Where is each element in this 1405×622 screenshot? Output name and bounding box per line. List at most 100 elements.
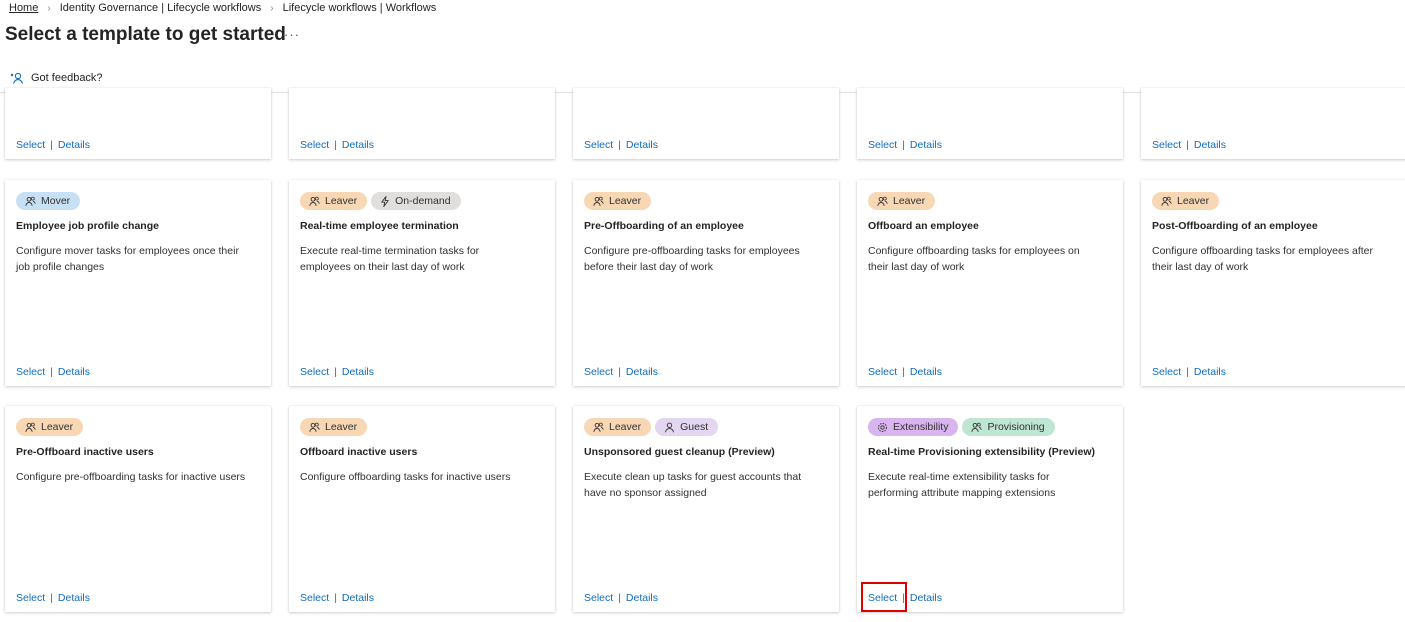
breadcrumb-identity-governance[interactable]: Identity Governance | Lifecycle workflow… — [60, 2, 262, 14]
template-card-employee-job-profile-change: Mover Employee job profile change Configur… — [5, 180, 271, 386]
card-description: Configure pre-offboarding tasks for inac… — [16, 471, 246, 483]
post-offboarding-of-an-employee-details-link[interactable]: Details — [1194, 366, 1226, 378]
card-actions: Select | Details — [16, 592, 90, 604]
real-time-employee-termination-select-link[interactable]: Select — [300, 366, 329, 378]
offboard-an-employee-select-link[interactable]: Select — [868, 366, 897, 378]
post-offboarding-of-an-employee-select-link[interactable]: Select — [1152, 366, 1181, 378]
card-title: Post-Offboarding of an employee — [1152, 220, 1318, 232]
pre-offboarding-of-an-employee-details-link[interactable]: Details — [626, 366, 658, 378]
unsponsored-guest-cleanup-preview-select-link[interactable]: Select — [584, 592, 613, 604]
card-title: Real-time Provisioning extensibility (Pr… — [868, 446, 1095, 458]
offboard-inactive-users-select-link[interactable]: Select — [300, 592, 329, 604]
pre-offboard-inactive-users-select-link[interactable]: Select — [16, 592, 45, 604]
feedback-button[interactable]: Got feedback? — [10, 71, 103, 85]
tag-extensibility: Extensibility — [868, 418, 959, 436]
tag-list: Leaver — [1152, 192, 1220, 210]
card-description: Configure offboarding tasks for employee… — [868, 245, 1080, 273]
template-card-partial: Select | Details — [1141, 88, 1405, 159]
template-card-unsponsored-guest-cleanup-preview: Leaver Guest Unsponsored guest cleanup (Pr… — [573, 406, 839, 612]
tag-label: Leaver — [325, 195, 358, 207]
tag-mover: Mover — [16, 192, 81, 210]
template-card-offboard-an-employee: Leaver Offboard an employee Configure offb… — [857, 180, 1123, 386]
unsponsored-guest-cleanup-preview-details-link[interactable]: Details — [626, 592, 658, 604]
breadcrumb: Home › Identity Governance | Lifecycle w… — [9, 2, 436, 14]
card-description: Execute clean up tasks for guest account… — [584, 471, 802, 499]
link-separator: | — [618, 139, 621, 151]
people-icon — [25, 422, 41, 433]
tag-label: Provisioning — [987, 421, 1045, 433]
link-separator: | — [50, 139, 53, 151]
employee-job-profile-change-select-link[interactable]: Select — [16, 366, 45, 378]
card-title: Real-time employee termination — [300, 220, 459, 232]
more-options-button[interactable]: ··· — [284, 27, 300, 42]
link-separator: | — [334, 366, 337, 378]
card-actions: Select | Details — [16, 139, 90, 151]
real-time-provisioning-extensibility-preview-select-link[interactable]: Select — [868, 592, 897, 604]
employee-job-profile-change-details-link[interactable]: Details — [58, 366, 90, 378]
template-card-partial: Select | Details — [289, 88, 555, 159]
person-icon — [664, 422, 680, 433]
template-card-partial: Select | Details — [857, 88, 1123, 159]
offboard-an-employee-details-link[interactable]: Details — [910, 366, 942, 378]
card-actions: Select | Details — [300, 139, 374, 151]
tag-leaver: Leaver — [16, 418, 84, 436]
tag-label: Leaver — [609, 195, 642, 207]
template-card-offboard-inactive-users: Leaver Offboard inactive users Configure o… — [289, 406, 555, 612]
tag-leaver: Leaver — [300, 418, 368, 436]
page-title: Select a template to get started — [5, 24, 286, 45]
card-actions: Select | Details — [584, 366, 658, 378]
tag-list: Leaver Guest — [584, 418, 719, 436]
breadcrumb-workflows[interactable]: Lifecycle workflows | Workflows — [283, 2, 437, 14]
people-icon — [593, 196, 609, 207]
card-title: Offboard an employee — [868, 220, 979, 232]
pre-offboard-inactive-users-details-link[interactable]: Details — [58, 592, 90, 604]
tag-list: Mover — [16, 192, 81, 210]
partial-card-3-select-link[interactable]: Select — [584, 139, 613, 151]
partial-card-1-details-link[interactable]: Details — [58, 139, 90, 151]
gear-icon — [877, 422, 893, 433]
people-icon — [309, 422, 325, 433]
people-icon — [877, 196, 893, 207]
real-time-provisioning-extensibility-preview-details-link[interactable]: Details — [910, 592, 942, 604]
tag-leaver: Leaver — [300, 192, 368, 210]
people-icon — [1161, 196, 1177, 207]
breadcrumb-home[interactable]: Home — [9, 2, 38, 14]
tag-label: Leaver — [1177, 195, 1210, 207]
template-card-partial: Select | Details — [5, 88, 271, 159]
tag-leaver: Leaver — [584, 192, 652, 210]
partial-card-2-details-link[interactable]: Details — [342, 139, 374, 151]
card-actions: Select | Details — [868, 366, 942, 378]
tag-label: On-demand — [395, 195, 451, 207]
link-separator: | — [618, 366, 621, 378]
people-icon — [25, 196, 41, 207]
pre-offboarding-of-an-employee-select-link[interactable]: Select — [584, 366, 613, 378]
partial-card-3-details-link[interactable]: Details — [626, 139, 658, 151]
tag-label: Leaver — [893, 195, 926, 207]
partial-card-5-select-link[interactable]: Select — [1152, 139, 1181, 151]
template-card-post-offboarding-of-an-employee: Leaver Post-Offboarding of an employee Con… — [1141, 180, 1405, 386]
offboard-inactive-users-details-link[interactable]: Details — [342, 592, 374, 604]
tag-leaver: Leaver — [868, 192, 936, 210]
partial-card-1-select-link[interactable]: Select — [16, 139, 45, 151]
template-card-partial: Select | Details — [573, 88, 839, 159]
tag-list: Leaver — [584, 192, 652, 210]
card-title: Employee job profile change — [16, 220, 159, 232]
partial-card-2-select-link[interactable]: Select — [300, 139, 329, 151]
partial-card-4-details-link[interactable]: Details — [910, 139, 942, 151]
link-separator: | — [1186, 139, 1189, 151]
real-time-employee-termination-details-link[interactable]: Details — [342, 366, 374, 378]
link-separator: | — [618, 592, 621, 604]
tag-list: Leaver — [300, 418, 368, 436]
template-card-pre-offboarding-of-an-employee: Leaver Pre-Offboarding of an employee Conf… — [573, 180, 839, 386]
partial-card-4-select-link[interactable]: Select — [868, 139, 897, 151]
card-description: Configure mover tasks for employees once… — [16, 245, 239, 273]
link-separator: | — [50, 366, 53, 378]
people-icon — [593, 422, 609, 433]
template-card-real-time-provisioning-extensibility-preview: Extensibility Provisioning Real-time Provi… — [857, 406, 1123, 612]
breadcrumb-chevron-icon: › — [47, 2, 51, 14]
partial-card-5-details-link[interactable]: Details — [1194, 139, 1226, 151]
link-separator: | — [50, 592, 53, 604]
card-actions: Select | Details — [584, 592, 658, 604]
template-card-real-time-employee-termination: Leaver On-demand Real-time employee termin… — [289, 180, 555, 386]
card-actions: Select | Details — [300, 366, 374, 378]
